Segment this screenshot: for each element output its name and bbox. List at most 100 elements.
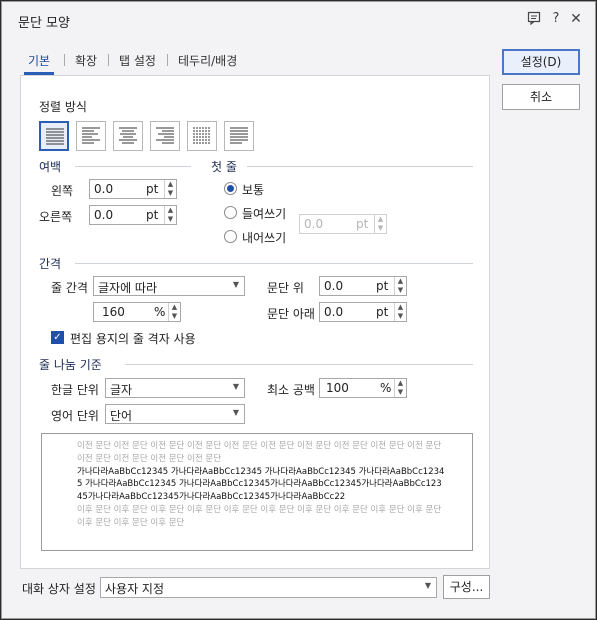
grid-checkbox[interactable]: ✓ [51,331,64,344]
dialog-setting-value: 사용자 지정 [105,582,165,596]
dialog-title: 문단 모양 [18,16,70,31]
divider [75,263,473,264]
chevron-down-icon: ▼ [232,382,239,391]
tab-border-background[interactable]: 테두리/배경 [178,52,237,69]
min-space-label: 최소 공백 [267,383,315,397]
stepper-arrows[interactable]: ▲ ▼ [164,180,176,198]
left-margin-stepper[interactable]: 0.0 pt ▲ ▼ [89,179,177,199]
first-line-outdent-label: 내어쓰기 [242,231,287,245]
first-line-value: 0.0 [304,217,324,231]
korean-unit-select[interactable]: 글자 ▼ [105,378,245,398]
chevron-up-icon[interactable]: ▲ [169,303,180,312]
min-space-value: 100 [326,381,349,395]
left-margin-label: 왼쪽 [51,184,74,198]
right-margin-stepper[interactable]: 0.0 pt ▲ ▼ [89,205,177,225]
chevron-up-icon[interactable]: ▲ [395,277,406,286]
first-line-outdent-radio[interactable] [224,230,237,243]
divide-align-icon[interactable] [224,121,254,151]
chevron-down-icon[interactable]: ▼ [165,215,176,224]
english-unit-value: 단어 [110,409,133,423]
line-spacing-label: 줄 간격 [51,281,88,295]
chevron-down-icon[interactable]: ▼ [375,224,386,233]
english-unit-select[interactable]: 단어 ▼ [105,404,245,424]
space-above-label: 문단 위 [267,281,304,295]
space-above-stepper[interactable]: 0.0 pt ▲ ▼ [319,276,407,296]
line-spacing-type-select[interactable]: 글자에 따라 ▼ [93,276,245,296]
chevron-up-icon[interactable]: ▲ [395,303,406,312]
space-below-label: 문단 아래 [267,307,315,321]
divider [75,166,191,167]
divider [247,166,473,167]
preview-next-paragraph: 이후 문단 이후 문단 이후 문단 이후 문단 이후 문단 이후 문단 이후 문… [77,504,442,528]
first-line-value-stepper[interactable]: 0.0 pt ▲ ▼ [299,214,387,234]
cancel-button[interactable]: 취소 [502,84,580,110]
chevron-down-icon[interactable]: ▼ [395,388,406,397]
tab-basic[interactable]: 기본 [28,52,50,69]
tab-divider [108,54,109,66]
line-spacing-value-stepper[interactable]: 160 % ▲ ▼ [93,302,181,322]
space-below-stepper[interactable]: 0.0 pt ▲ ▼ [319,302,407,322]
left-align-icon[interactable] [76,121,106,151]
help-icon[interactable]: ? [548,11,564,27]
alignment-label: 정렬 방식 [39,100,87,114]
unit-label: pt [146,182,159,196]
chevron-down-icon[interactable]: ▼ [395,286,406,295]
right-margin-label: 오른쪽 [39,210,73,224]
line-spacing-type-value: 글자에 따라 [98,281,158,295]
chevron-down-icon: ▼ [232,408,239,417]
distribute-align-icon[interactable] [187,121,217,151]
stepper-arrows[interactable]: ▲ ▼ [394,379,406,397]
korean-unit-label: 한글 단위 [51,383,99,397]
unit-label: pt [376,279,389,293]
paragraph-shape-dialog: 문단 모양 ? ✕ 기본 확장 탭 설정 테두리/배경 설정(D) 취소 정렬 … [1,1,596,619]
title-bar: 문단 모양 ? ✕ [2,2,595,36]
first-line-indent-label: 들여쓰기 [242,207,287,221]
unit-label: % [380,381,392,395]
right-align-icon[interactable] [150,121,180,151]
unit-label: pt [356,217,369,231]
space-below-value: 0.0 [324,305,344,319]
paragraph-preview: 이전 문단 이전 문단 이전 문단 이전 문단 이전 문단 이전 문단 이전 문… [41,433,473,551]
chevron-up-icon[interactable]: ▲ [395,379,406,388]
english-unit-label: 영어 단위 [51,409,99,423]
space-above-value: 0.0 [324,279,344,293]
stepper-arrows[interactable]: ▲ ▼ [164,206,176,224]
dialog-setting-label: 대화 상자 설정 [22,582,96,596]
first-line-normal-label: 보통 [242,183,265,197]
unit-label: pt [376,305,389,319]
dialog-setting-select[interactable]: 사용자 지정 ▼ [100,577,437,598]
tab-extended[interactable]: 확장 [75,52,97,69]
chat-icon[interactable] [526,11,542,27]
justify-align-icon[interactable] [39,121,69,151]
center-align-icon[interactable] [113,121,143,151]
stepper-arrows[interactable]: ▲ ▼ [168,303,180,321]
tab-divider [167,54,168,66]
chevron-down-icon[interactable]: ▼ [165,189,176,198]
spacing-section-label: 간격 [39,257,62,271]
tab-divider [64,54,65,66]
divider [125,364,473,365]
preview-previous-paragraph: 이전 문단 이전 문단 이전 문단 이전 문단 이전 문단 이전 문단 이전 문… [77,441,442,464]
unit-label: % [154,305,166,319]
chevron-down-icon: ▼ [424,581,431,590]
korean-unit-value: 글자 [110,383,133,397]
first-line-section-label: 첫 줄 [211,160,237,174]
stepper-arrows[interactable]: ▲ ▼ [394,303,406,321]
ok-button[interactable]: 설정(D) [502,49,580,75]
chevron-up-icon[interactable]: ▲ [165,180,176,189]
basic-tab-panel: 정렬 방식 여백 왼쪽 0.0 pt ▲ ▼ 오른쪽 0.0 pt ▲ ▼ 첫 … [20,75,490,569]
chevron-down-icon[interactable]: ▼ [395,312,406,321]
chevron-up-icon[interactable]: ▲ [165,206,176,215]
stepper-arrows[interactable]: ▲ ▼ [374,215,386,233]
first-line-normal-radio[interactable] [224,182,237,195]
tab-tab-settings[interactable]: 탭 설정 [119,52,156,69]
chevron-up-icon[interactable]: ▲ [375,215,386,224]
close-icon[interactable]: ✕ [568,11,584,27]
first-line-indent-radio[interactable] [224,206,237,219]
chevron-down-icon[interactable]: ▼ [169,312,180,321]
unit-label: pt [146,208,159,222]
min-space-stepper[interactable]: 100 % ▲ ▼ [319,378,407,398]
stepper-arrows[interactable]: ▲ ▼ [394,277,406,295]
compose-button[interactable]: 구성... [443,575,490,599]
preview-current-paragraph: 가나다라AaBbCc12345 가나다라AaBbCc12345 가나다라AaBb… [77,466,445,503]
